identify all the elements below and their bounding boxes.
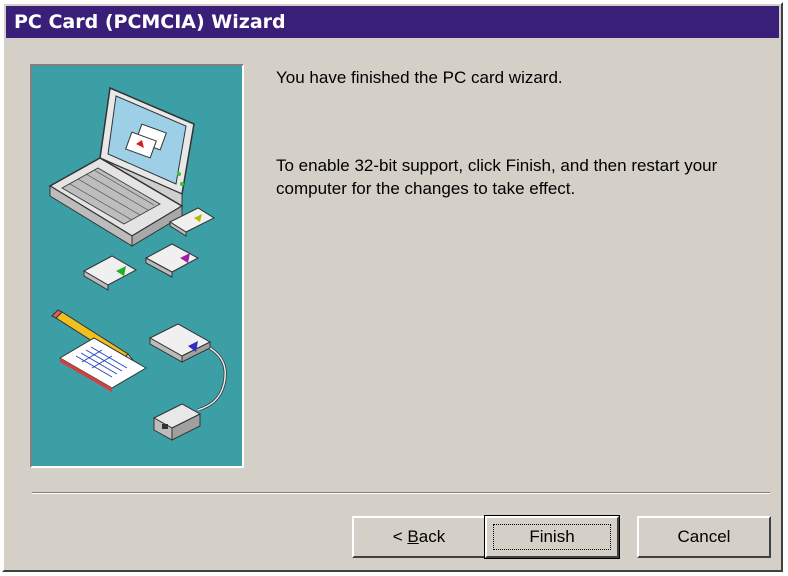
separator bbox=[32, 492, 770, 494]
cancel-button-label: Cancel bbox=[677, 527, 731, 546]
back-button-prefix: < bbox=[392, 527, 408, 546]
back-button[interactable]: < Back bbox=[352, 516, 486, 558]
restart-instructions: To enable 32-bit support, click Finish, … bbox=[276, 156, 718, 198]
pc-card-icon bbox=[82, 255, 138, 291]
finish-button-label: Finish bbox=[529, 527, 575, 546]
window-title: PC Card (PCMCIA) Wizard bbox=[14, 11, 286, 33]
pc-card-illustration bbox=[48, 86, 227, 441]
back-button-mnemonic: B bbox=[407, 527, 419, 546]
finished-message: You have finished the PC card wizard. bbox=[276, 68, 563, 87]
wizard-illustration bbox=[30, 64, 244, 468]
pc-card-icon bbox=[144, 243, 200, 278]
cancel-button[interactable]: Cancel bbox=[637, 516, 771, 558]
finish-button[interactable]: Finish bbox=[484, 515, 620, 559]
wizard-dialog: PC Card (PCMCIA) Wizard You have finishe… bbox=[2, 2, 783, 572]
network-adapter-icon bbox=[148, 323, 227, 441]
back-button-label: ack bbox=[418, 527, 446, 546]
title-bar[interactable]: PC Card (PCMCIA) Wizard bbox=[6, 6, 779, 38]
document-icon bbox=[59, 337, 147, 392]
